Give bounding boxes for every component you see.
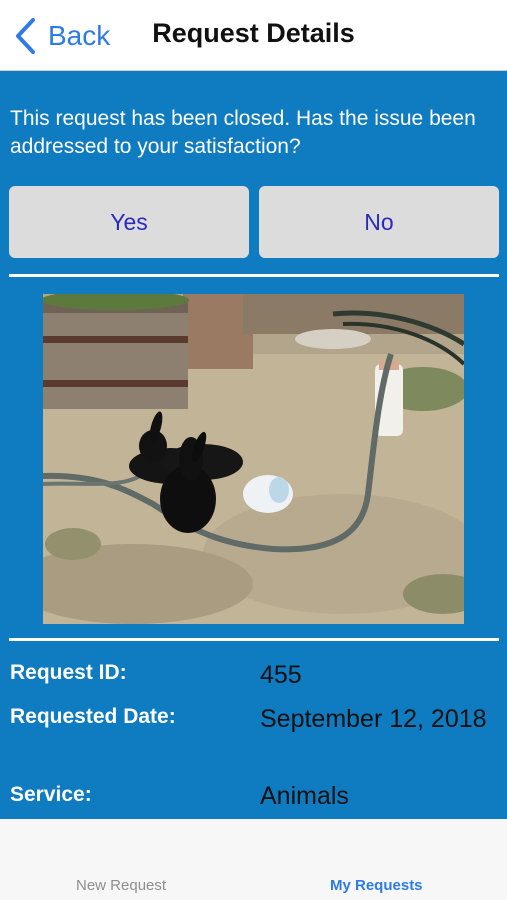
service-label: Service:	[10, 783, 92, 806]
divider	[9, 638, 499, 641]
service-value: Animals	[260, 782, 349, 810]
request-details-content[interactable]: This request has been closed. Has the is…	[0, 71, 507, 819]
request-photo[interactable]	[43, 294, 464, 624]
divider	[9, 274, 499, 277]
page-title: Request Details	[152, 18, 355, 48]
tab-bar: New Request My Requests	[0, 819, 507, 900]
yes-button[interactable]: Yes	[9, 186, 249, 258]
navigation-bar: Back Request Details	[0, 0, 507, 71]
tab-my-requests[interactable]: My Requests	[330, 877, 423, 894]
no-button[interactable]: No	[259, 186, 499, 258]
request-id-label: Request ID:	[10, 661, 127, 684]
closed-request-message: This request has been closed. Has the is…	[10, 107, 476, 158]
request-id-value: 455	[260, 661, 302, 689]
requested-date-value: September 12, 2018	[260, 705, 487, 733]
page-title-container: Request Details	[0, 18, 507, 49]
tab-new-request[interactable]: New Request	[76, 877, 166, 894]
requested-date-label: Requested Date:	[10, 705, 176, 728]
request-photo-image	[43, 294, 464, 624]
